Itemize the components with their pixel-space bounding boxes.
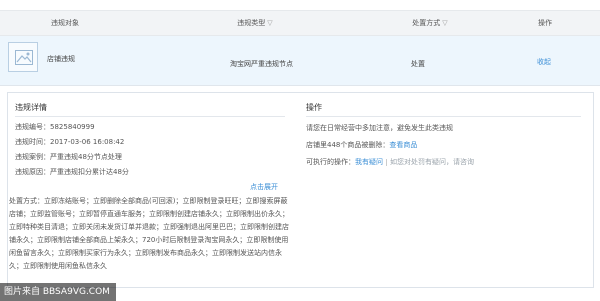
field-value: 严重违规48分节点处理 (50, 153, 122, 161)
operation-title: 操作 (306, 103, 322, 112)
field-label: 违规原因： (15, 168, 50, 176)
divider (306, 116, 581, 117)
measures-text: 立即冻结账号；立即删除全部商品(可回滚)；立即限制登录旺旺；立即搜索屏蔽店铺；立… (9, 197, 289, 270)
violation-case: 违规案例：严重违规48分节点处理 (15, 152, 122, 162)
field-label: 违规编号： (15, 123, 50, 131)
header-target: 违规对象 (0, 11, 130, 35)
field-value: 2017-03-06 16:08:42 (50, 138, 125, 146)
header-action-label: 操作 (538, 19, 552, 27)
row-target: 店铺违规 (47, 55, 75, 63)
field-label: 违规时间： (15, 138, 50, 146)
image-placeholder-icon (8, 42, 38, 72)
expand-link[interactable]: 点击展开 (250, 182, 278, 192)
detail-title: 违规详情 (15, 103, 47, 112)
filter-icon[interactable]: ▽ (267, 11, 272, 35)
operation-notice: 请您在日常经营中多加注意，避免发生此类违规 (306, 124, 453, 132)
header-target-label: 违规对象 (51, 19, 79, 27)
table-header: 违规对象 违规类型 ▽ 处置方式 ▽ 操作 (0, 10, 600, 36)
has-question-link[interactable]: 我有疑问 (355, 158, 383, 166)
view-goods-link[interactable]: 查看商品 (389, 141, 417, 149)
measures-label: 处置方式： (9, 197, 44, 205)
available-prefix: 可执行的操作： (306, 158, 355, 166)
filter-icon[interactable]: ▽ (442, 11, 447, 35)
separator (386, 158, 387, 166)
violation-id: 违规编号：5825840999 (15, 122, 95, 132)
header-type-label: 违规类型 (237, 19, 266, 27)
field-value: 严重违规扣分累计达48分 (50, 168, 129, 176)
field-label: 违规案例： (15, 153, 50, 161)
header-handling-label: 处置方式 (412, 19, 441, 27)
deleted-prefix: 店铺里448个商品被删除： (306, 141, 390, 149)
row-type: 淘宝网严重违规节点 (230, 60, 293, 68)
violation-reason: 违规原因：严重违规扣分累计达48分 (15, 167, 129, 177)
header-type[interactable]: 违规类型 ▽ (180, 11, 330, 35)
appeal-hint: 如您对处罚有疑问，请咨询 (390, 158, 474, 166)
row-handling: 处置 (411, 60, 425, 68)
field-value: 5825840999 (50, 123, 95, 131)
deleted-goods-line: 店铺里448个商品被删除：查看商品 (306, 140, 417, 150)
violation-time: 违规时间：2017-03-06 16:08:42 (15, 137, 124, 147)
watermark: 图片来自 BBSA9VG.COM (0, 283, 116, 301)
divider (15, 116, 285, 117)
available-ops-line: 可执行的操作：我有疑问 如您对处罚有疑问，请咨询 (306, 157, 474, 167)
handling-measures: 处置方式：立即冻结账号；立即删除全部商品(可回滚)；立即限制登录旺旺；立即搜索屏… (9, 195, 289, 273)
header-action: 操作 (520, 11, 570, 35)
table-row: 店铺违规 淘宝网严重违规节点 处置 收起 (0, 36, 600, 86)
collapse-link[interactable]: 收起 (537, 57, 551, 67)
header-handling[interactable]: 处置方式 ▽ (370, 11, 490, 35)
